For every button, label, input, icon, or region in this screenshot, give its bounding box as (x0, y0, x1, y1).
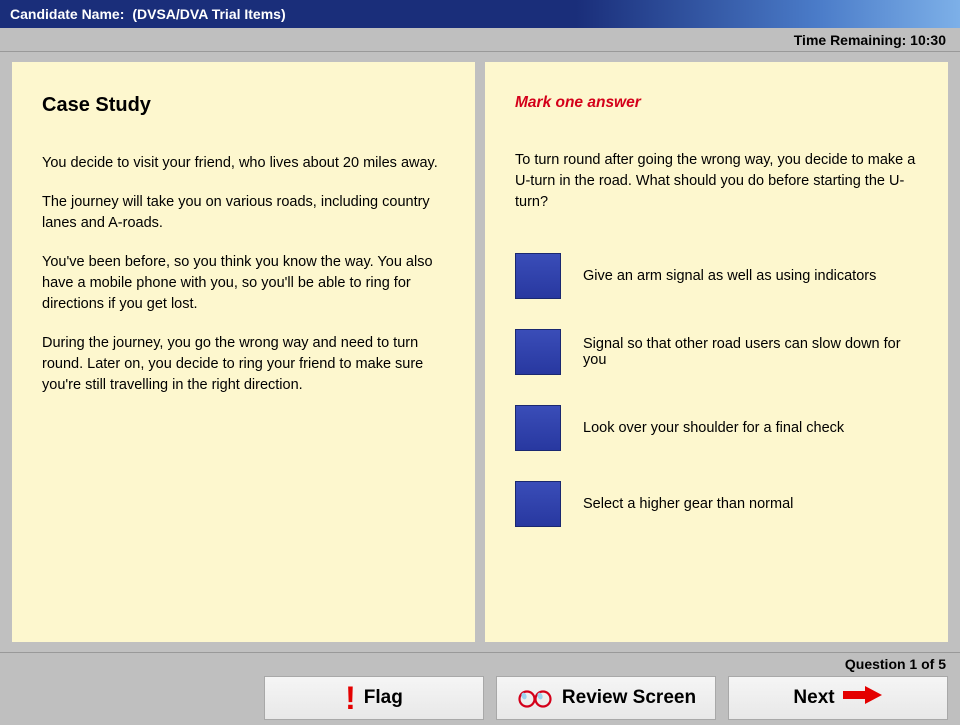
answer-label: Signal so that other road users can slow… (583, 336, 918, 368)
answer-option: Signal so that other road users can slow… (515, 329, 918, 375)
answer-option: Give an arm signal as well as using indi… (515, 253, 918, 299)
next-button[interactable]: Next (728, 676, 948, 720)
question-progress-text: Question 1 of 5 (845, 656, 946, 672)
case-study-paragraph: During the journey, you go the wrong way… (42, 333, 445, 396)
question-instruction: Mark one answer (515, 94, 918, 112)
button-bar: ! Flag Review Screen Next (0, 674, 960, 725)
answer-option: Select a higher gear than normal (515, 481, 918, 527)
exclamation-icon: ! (345, 682, 356, 714)
question-progress: Question 1 of 5 (0, 652, 960, 674)
review-button-label: Review Screen (562, 687, 696, 709)
answer-checkbox-2[interactable] (515, 329, 561, 375)
review-screen-button[interactable]: Review Screen (496, 676, 716, 720)
flag-button[interactable]: ! Flag (264, 676, 484, 720)
case-study-paragraph: You've been before, so you think you kno… (42, 252, 445, 315)
question-text: To turn round after going the wrong way,… (515, 150, 918, 213)
answer-label: Look over your shoulder for a final chec… (583, 420, 844, 436)
glasses-icon (516, 688, 554, 708)
case-study-paragraph: You decide to visit your friend, who liv… (42, 153, 445, 174)
candidate-header: Candidate Name: (DVSA/DVA Trial Items) (0, 0, 960, 28)
answer-option: Look over your shoulder for a final chec… (515, 405, 918, 451)
time-remaining-text: Time Remaining: 10:30 (794, 32, 946, 48)
case-study-heading: Case Study (42, 94, 445, 117)
case-study-panel: Case Study You decide to visit your frie… (12, 62, 475, 642)
candidate-name-value: (DVSA/DVA Trial Items) (132, 6, 285, 22)
content-panels: Case Study You decide to visit your frie… (0, 52, 960, 652)
arrow-right-icon (843, 685, 883, 711)
question-panel: Mark one answer To turn round after goin… (485, 62, 948, 642)
answer-checkbox-1[interactable] (515, 253, 561, 299)
answer-checkbox-3[interactable] (515, 405, 561, 451)
time-remaining: Time Remaining: 10:30 (0, 28, 960, 52)
case-study-paragraph: The journey will take you on various roa… (42, 192, 445, 234)
flag-button-label: Flag (364, 687, 403, 709)
next-button-label: Next (793, 687, 834, 709)
answer-label: Select a higher gear than normal (583, 496, 793, 512)
answer-checkbox-4[interactable] (515, 481, 561, 527)
answer-label: Give an arm signal as well as using indi… (583, 268, 876, 284)
candidate-name-label: Candidate Name: (10, 6, 124, 22)
